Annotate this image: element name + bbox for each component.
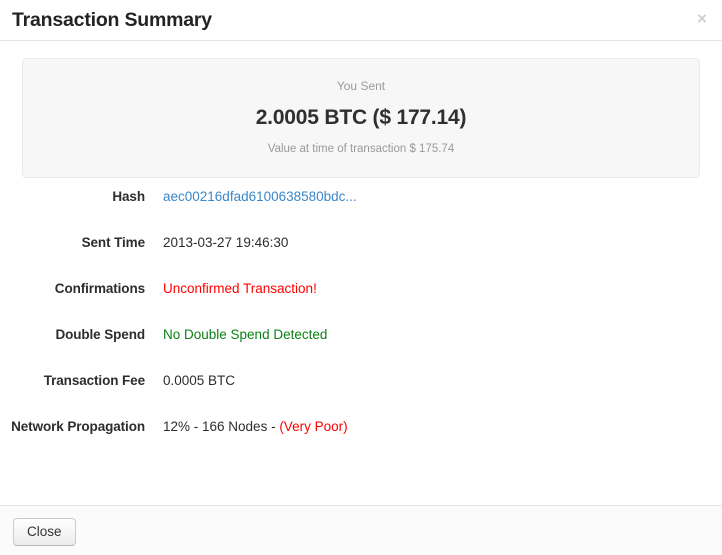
detail-value-sent-time: 2013-03-27 19:46:30 bbox=[163, 235, 289, 250]
detail-label-double-spend: Double Spend bbox=[55, 327, 145, 342]
close-button[interactable]: Close bbox=[13, 518, 76, 546]
detail-row-double-spend: Double Spend No Double Spend Detected bbox=[0, 325, 722, 371]
detail-label-sent-time: Sent Time bbox=[81, 235, 145, 250]
detail-label-confirmations: Confirmations bbox=[54, 281, 145, 296]
summary-subvalue: Value at time of transaction $ 175.74 bbox=[267, 143, 455, 156]
summary-kicker: You Sent bbox=[336, 79, 386, 94]
modal-body: You Sent 2.0005 BTC ($ 177.14) Value at … bbox=[0, 41, 722, 505]
detail-label-hash: Hash bbox=[112, 189, 145, 204]
detail-row-sent-time: Sent Time 2013-03-27 19:46:30 bbox=[0, 233, 722, 279]
modal-footer: Close bbox=[0, 505, 722, 555]
detail-label-transaction-fee: Transaction Fee bbox=[43, 373, 145, 388]
close-icon[interactable]: × bbox=[693, 10, 711, 28]
detail-row-confirmations: Confirmations Unconfirmed Transaction! bbox=[0, 279, 722, 325]
hash-link[interactable]: aec00216dfad6100638580bdc... bbox=[163, 189, 357, 204]
propagation-rating: (Very Poor) bbox=[279, 419, 348, 434]
summary-amount: 2.0005 BTC ($ 177.14) bbox=[255, 106, 467, 130]
detail-value-network-propagation: 12% - 166 Nodes - (Very Poor) bbox=[163, 417, 348, 437]
summary-panel: You Sent 2.0005 BTC ($ 177.14) Value at … bbox=[22, 58, 700, 178]
detail-value-confirmations: Unconfirmed Transaction! bbox=[163, 281, 317, 296]
detail-value-double-spend: No Double Spend Detected bbox=[163, 327, 328, 342]
detail-label-network-propagation: Network Propagation bbox=[11, 419, 145, 434]
page-title: Transaction Summary bbox=[12, 8, 212, 31]
transaction-summary-modal: Transaction Summary × You Sent 2.0005 BT… bbox=[0, 0, 722, 555]
detail-value-hash: aec00216dfad6100638580bdc... bbox=[163, 187, 357, 207]
detail-row-network-propagation: Network Propagation 12% - 166 Nodes - (V… bbox=[0, 417, 722, 463]
detail-row-transaction-fee: Transaction Fee 0.0005 BTC bbox=[0, 371, 722, 417]
propagation-stats: 12% - 166 Nodes - bbox=[163, 419, 280, 434]
modal-header: Transaction Summary × bbox=[0, 0, 722, 41]
detail-value-transaction-fee: 0.0005 BTC bbox=[163, 373, 236, 388]
detail-row-hash: Hash aec00216dfad6100638580bdc... bbox=[0, 187, 722, 233]
transaction-details: Hash aec00216dfad6100638580bdc... Sent T… bbox=[0, 187, 722, 463]
